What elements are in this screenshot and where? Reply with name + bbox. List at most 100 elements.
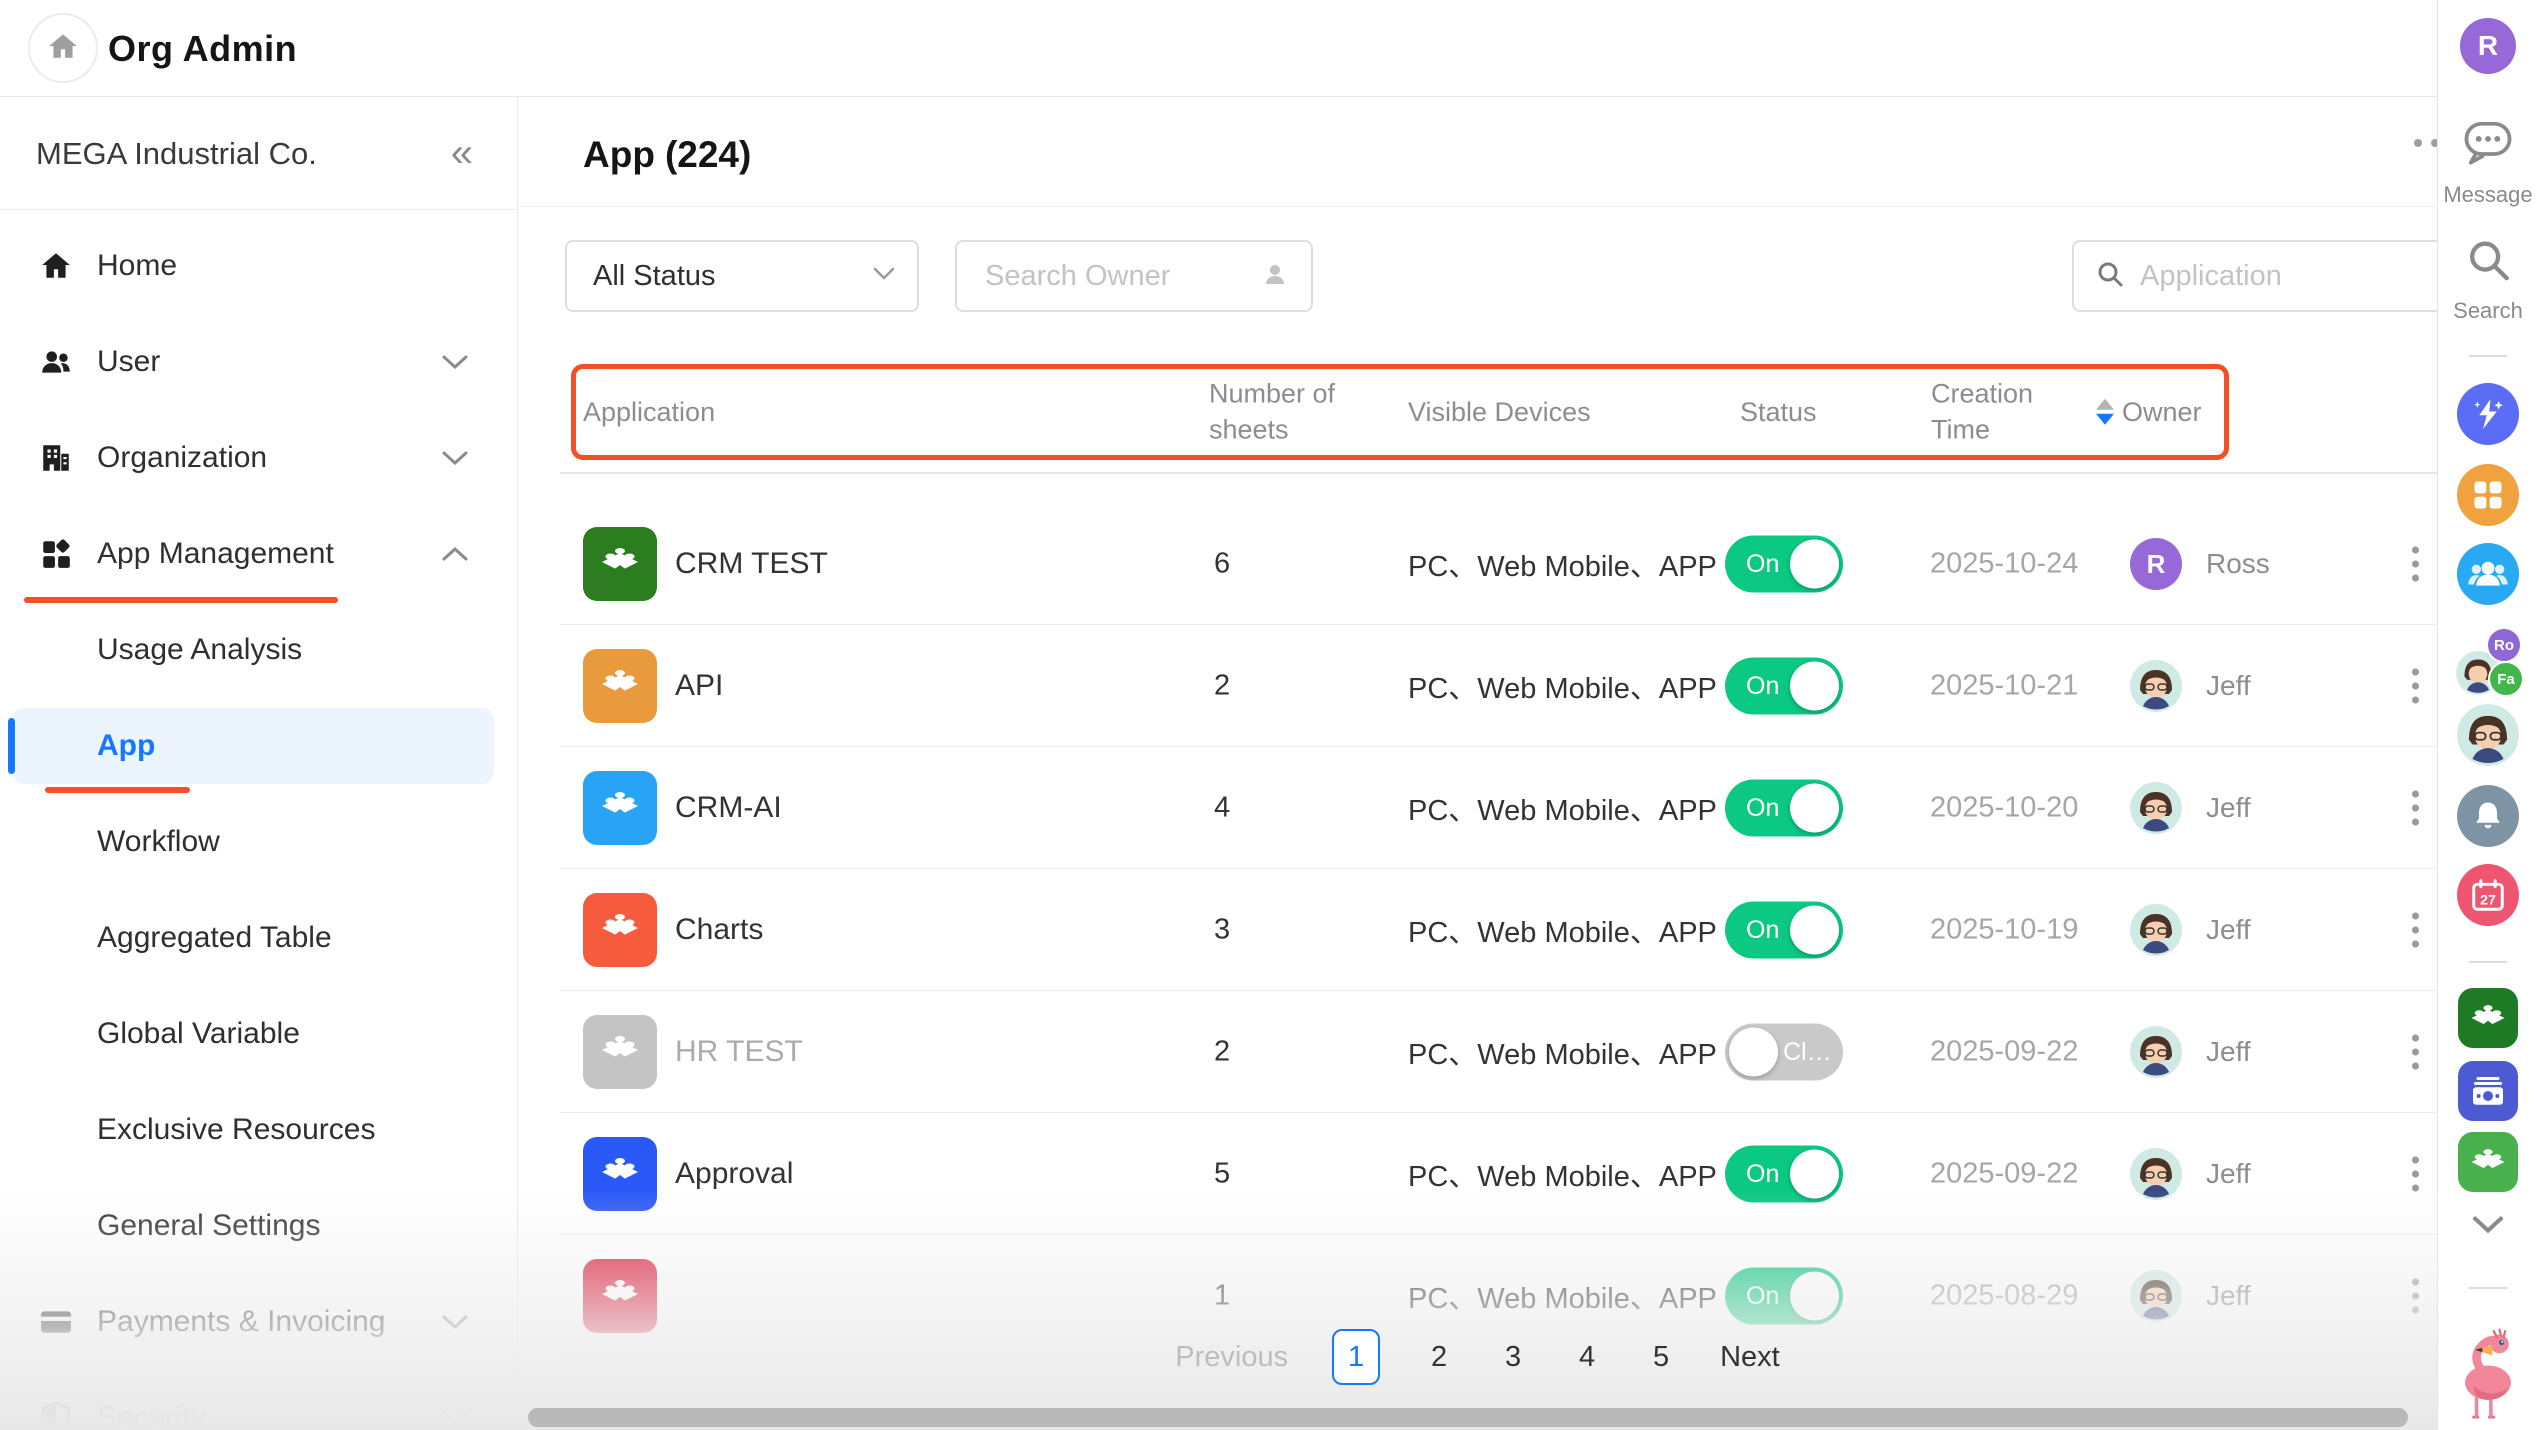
creation-date: 2025-10-24	[1930, 548, 2078, 581]
pagination-page-1-current[interactable]: 1	[1332, 1329, 1380, 1385]
content-title-text: App	[583, 134, 655, 176]
member-avatar[interactable]	[2457, 704, 2519, 766]
row-menu-button[interactable]	[2406, 541, 2425, 588]
calendar-icon[interactable]: 27	[2457, 864, 2519, 926]
contacts-people-icon[interactable]	[2457, 543, 2519, 605]
app-shortcut-payments-icon[interactable]	[2458, 1061, 2518, 1121]
shield-icon	[38, 1400, 74, 1430]
status-toggle[interactable]: On	[1725, 536, 1843, 593]
app-icon	[583, 527, 657, 601]
sidebar-item-payments-invoicing[interactable]: Payments & Invoicing	[0, 1274, 518, 1370]
status-toggle[interactable]: On	[1725, 1268, 1843, 1325]
notification-bell-icon[interactable]	[2457, 785, 2519, 847]
pagination-page-2[interactable]: 2	[1424, 1341, 1454, 1374]
sidebar: MEGA Industrial Co. « Home User Organiza…	[0, 97, 518, 1430]
table-row[interactable]: CRM-AI 4 PC、Web Mobile、APP On 2025-10-20…	[518, 747, 2437, 869]
flamingo-mascot[interactable]	[2445, 1328, 2531, 1429]
col-number-of-sheets[interactable]: Number of sheets	[1209, 376, 1369, 449]
creation-date: 2025-09-22	[1930, 1158, 2078, 1191]
sidebar-item-app[interactable]: App	[0, 698, 518, 794]
app-icon	[583, 1015, 657, 1089]
user-avatar[interactable]: R	[2460, 18, 2516, 74]
pagination-page-4[interactable]: 4	[1572, 1341, 1602, 1374]
sidebar-item-organization[interactable]: Organization	[0, 410, 518, 506]
row-menu-button[interactable]	[2406, 907, 2425, 954]
app-name: Approval	[675, 1157, 793, 1191]
message-icon[interactable]	[2462, 120, 2514, 171]
col-owner[interactable]: Owner	[2096, 394, 2202, 430]
users-icon	[38, 344, 74, 380]
row-menu-button[interactable]	[2406, 663, 2425, 710]
pagination-previous[interactable]: Previous	[1175, 1341, 1288, 1374]
rail-expand-chevron-icon[interactable]	[2471, 1215, 2505, 1240]
chevron-down-icon	[873, 267, 895, 286]
sidebar-item-exclusive-resources[interactable]: Exclusive Resources	[0, 1082, 518, 1178]
horizontal-scrollbar[interactable]	[528, 1408, 2408, 1427]
table-row[interactable]: Charts 3 PC、Web Mobile、APP On 2025-10-19…	[518, 869, 2437, 991]
badge-fa: Fa	[2488, 661, 2524, 697]
sidebar-item-app-management[interactable]: App Management	[0, 506, 518, 602]
app-icon	[583, 649, 657, 723]
sheet-count: 5	[1214, 1158, 1230, 1191]
table-row[interactable]: API 2 PC、Web Mobile、APP On 2025-10-21 Je…	[518, 625, 2437, 747]
status-toggle[interactable]: On	[1725, 780, 1843, 837]
page-title: Org Admin	[108, 0, 297, 97]
sidebar-collapse-button[interactable]: «	[451, 97, 473, 210]
owner-name: Ross	[2206, 548, 2270, 580]
owner-search-input[interactable]	[983, 259, 1261, 294]
sidebar-item-general-settings[interactable]: General Settings	[0, 1178, 518, 1274]
table-body: CRM TEST 6 PC、Web Mobile、APP On 2025-10-…	[518, 503, 2437, 1430]
pagination-next[interactable]: Next	[1720, 1341, 1780, 1374]
owner-avatar	[2130, 1148, 2182, 1200]
workspace-avatar-cluster[interactable]: Ro Fa	[2456, 631, 2520, 695]
sidebar-item-global-variable[interactable]: Global Variable	[0, 986, 518, 1082]
status-toggle[interactable]: On	[1725, 902, 1843, 959]
status-toggle[interactable]: On	[1725, 1146, 1843, 1203]
creation-date: 2025-09-22	[1930, 1036, 2078, 1069]
owner-avatar	[2130, 782, 2182, 834]
sidebar-item-home[interactable]: Home	[0, 218, 518, 314]
search-icon[interactable]	[2465, 237, 2511, 288]
sidebar-item-security[interactable]: Security	[0, 1370, 518, 1430]
row-menu-button[interactable]	[2406, 1151, 2425, 1198]
status-filter-value: All Status	[593, 260, 873, 293]
row-menu-button[interactable]	[2406, 1273, 2425, 1320]
application-search-input[interactable]	[2138, 259, 2437, 294]
row-menu-button[interactable]	[2406, 785, 2425, 832]
col-status[interactable]: Status	[1740, 394, 1817, 430]
sheet-count: 6	[1214, 548, 1230, 581]
owner-avatar	[2130, 660, 2182, 712]
status-toggle[interactable]: On	[1725, 658, 1843, 715]
status-toggle[interactable]: Cl…	[1725, 1024, 1843, 1081]
app-icon	[583, 771, 657, 845]
pagination-page-5[interactable]: 5	[1646, 1341, 1676, 1374]
owner-name: Jeff	[2206, 1036, 2251, 1068]
sidebar-item-usage-analysis[interactable]: Usage Analysis	[0, 602, 518, 698]
row-menu-button[interactable]	[2406, 1029, 2425, 1076]
main-content: App (224) All Status Application Number …	[518, 97, 2437, 1430]
col-visible-devices[interactable]: Visible Devices	[1408, 394, 1591, 430]
sidebar-item-user[interactable]: User	[0, 314, 518, 410]
app-grid-icon[interactable]	[2457, 464, 2519, 526]
status-filter-select[interactable]: All Status	[565, 240, 919, 312]
sidebar-item-workflow[interactable]: Workflow	[0, 794, 518, 890]
table-row[interactable]: CRM TEST 6 PC、Web Mobile、APP On 2025-10-…	[518, 503, 2437, 625]
table-row[interactable]: HR TEST 2 PC、Web Mobile、APP Cl… 2025-09-…	[518, 991, 2437, 1113]
home-button[interactable]	[28, 13, 98, 83]
visible-devices: PC、Web Mobile、APP	[1408, 787, 1717, 829]
pagination-page-3[interactable]: 3	[1498, 1341, 1528, 1374]
app-shortcut-lego-dark-icon[interactable]	[2458, 988, 2518, 1048]
app-shortcut-lego-green-icon[interactable]	[2458, 1132, 2518, 1192]
app-icon	[583, 893, 657, 967]
col-application[interactable]: Application	[583, 394, 715, 430]
top-bar: Org Admin	[0, 0, 2437, 97]
message-label: Message	[2443, 182, 2532, 208]
visible-devices: PC、Web Mobile、APP	[1408, 1275, 1717, 1317]
chevron-down-icon	[442, 354, 468, 370]
ai-lightning-app-icon[interactable]	[2457, 383, 2519, 445]
more-options-icon[interactable]	[2414, 139, 2437, 147]
sort-icon[interactable]	[2096, 399, 2114, 425]
sidebar-item-aggregated-table[interactable]: Aggregated Table	[0, 890, 518, 986]
table-row[interactable]: Approval 5 PC、Web Mobile、APP On 2025-09-…	[518, 1113, 2437, 1235]
col-creation-time[interactable]: Creation Time	[1931, 376, 2061, 449]
